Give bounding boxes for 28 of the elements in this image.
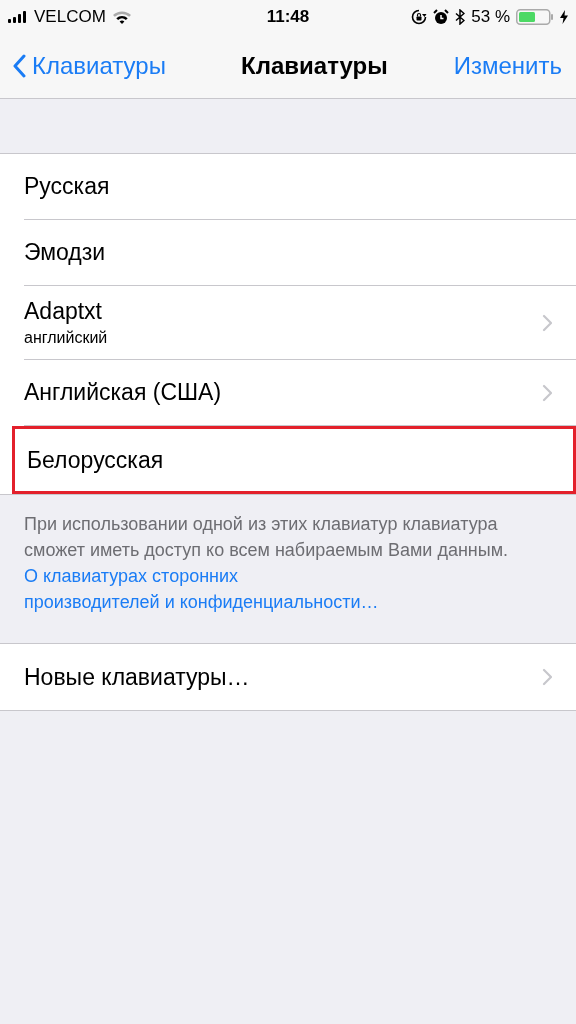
keyboard-row[interactable]: Adaptxt английский: [24, 286, 576, 360]
keyboard-name: Adaptxt: [24, 298, 103, 325]
battery-icon: [516, 9, 554, 25]
keyboard-name: Русская: [24, 173, 110, 200]
privacy-link[interactable]: О клавиатурах сторонних: [24, 566, 239, 586]
signal-icon: [8, 11, 28, 23]
carrier-name: VELCOM: [34, 7, 106, 27]
back-button[interactable]: Клавиатуры: [12, 52, 166, 80]
status-time: 11:48: [266, 7, 310, 27]
keyboard-language: английский: [24, 329, 108, 347]
charging-bolt-icon: [560, 10, 568, 24]
rotation-lock-icon: [411, 9, 428, 25]
edit-button[interactable]: Изменить: [453, 52, 562, 80]
alarm-clock-icon: [433, 9, 450, 25]
keyboard-row[interactable]: Белорусская: [12, 426, 576, 494]
keyboard-row[interactable]: Английская (США): [24, 360, 576, 426]
privacy-note: При использовании одной из этих клавиатур клавиатура сможет иметь доступ ко всем набираемым Вами данным. О клавиатурах сторонних производителей и конфиденциальности…: [23, 513, 510, 614]
bluetooth-icon: [455, 9, 466, 25]
battery-percentage: 53 %: [471, 7, 510, 27]
keyboard-name: Эмодзи: [24, 239, 106, 266]
wifi-icon: [111, 10, 132, 24]
keyboard-name: Английская (США): [24, 379, 222, 406]
keyboard-name: Белорусская: [27, 446, 164, 474]
screen-title: Клавиатуры: [241, 52, 388, 80]
keyboard-row[interactable]: Русская: [24, 154, 576, 220]
add-keyboard-label: Новые клавиатуры…: [24, 663, 250, 691]
chevron-left-icon: [12, 54, 26, 78]
keyboard-row[interactable]: Эмодзи: [24, 220, 576, 286]
